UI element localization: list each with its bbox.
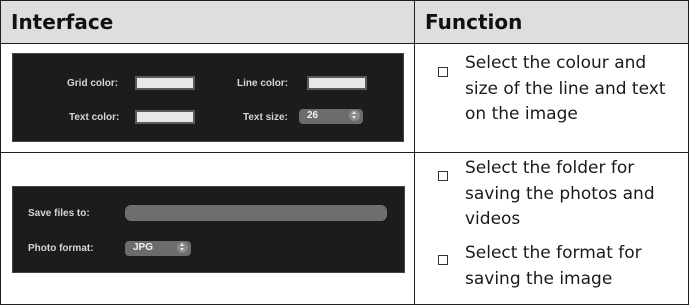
photo-format-label: Photo format: (28, 243, 94, 254)
text-color-label: Text color: (69, 112, 120, 123)
empty-square-bullet-icon (438, 171, 448, 181)
function-text-color-size: Select the colour and size of the line a… (465, 53, 666, 124)
text-size-label: Text size: (243, 112, 288, 123)
grid-color-swatch[interactable] (135, 76, 195, 90)
empty-square-bullet-icon (438, 67, 448, 77)
interface-function-table: Interface Function Grid color: Line colo… (0, 0, 689, 305)
photo-format-select[interactable]: JPG (125, 241, 191, 256)
grid-color-label: Grid color: (67, 78, 119, 89)
save-settings-screenshot: Save files to: Photo format: JPG (12, 186, 405, 273)
up-down-arrows-icon[interactable] (177, 242, 188, 253)
line-color-swatch[interactable] (307, 76, 367, 90)
header-function: Function (425, 10, 523, 34)
function-text-folder: Select the folder for saving the photos … (465, 158, 655, 229)
up-down-arrows-icon[interactable] (349, 110, 360, 121)
text-size-stepper[interactable]: 26 (299, 109, 363, 124)
text-color-swatch[interactable] (135, 110, 195, 124)
header-interface: Interface (11, 10, 114, 34)
color-settings-screenshot: Grid color: Line color: Text color: Text… (12, 53, 404, 142)
save-files-to-label: Save files to: (28, 208, 90, 219)
row-divider (1, 152, 688, 153)
photo-format-value: JPG (133, 242, 154, 253)
empty-square-bullet-icon (438, 255, 448, 265)
save-folder-field[interactable] (125, 205, 387, 221)
function-text-format: Select the format for saving the image (465, 243, 642, 289)
line-color-label: Line color: (237, 78, 289, 89)
text-size-value: 26 (307, 110, 319, 121)
table-header-row: Interface Function (1, 1, 688, 44)
